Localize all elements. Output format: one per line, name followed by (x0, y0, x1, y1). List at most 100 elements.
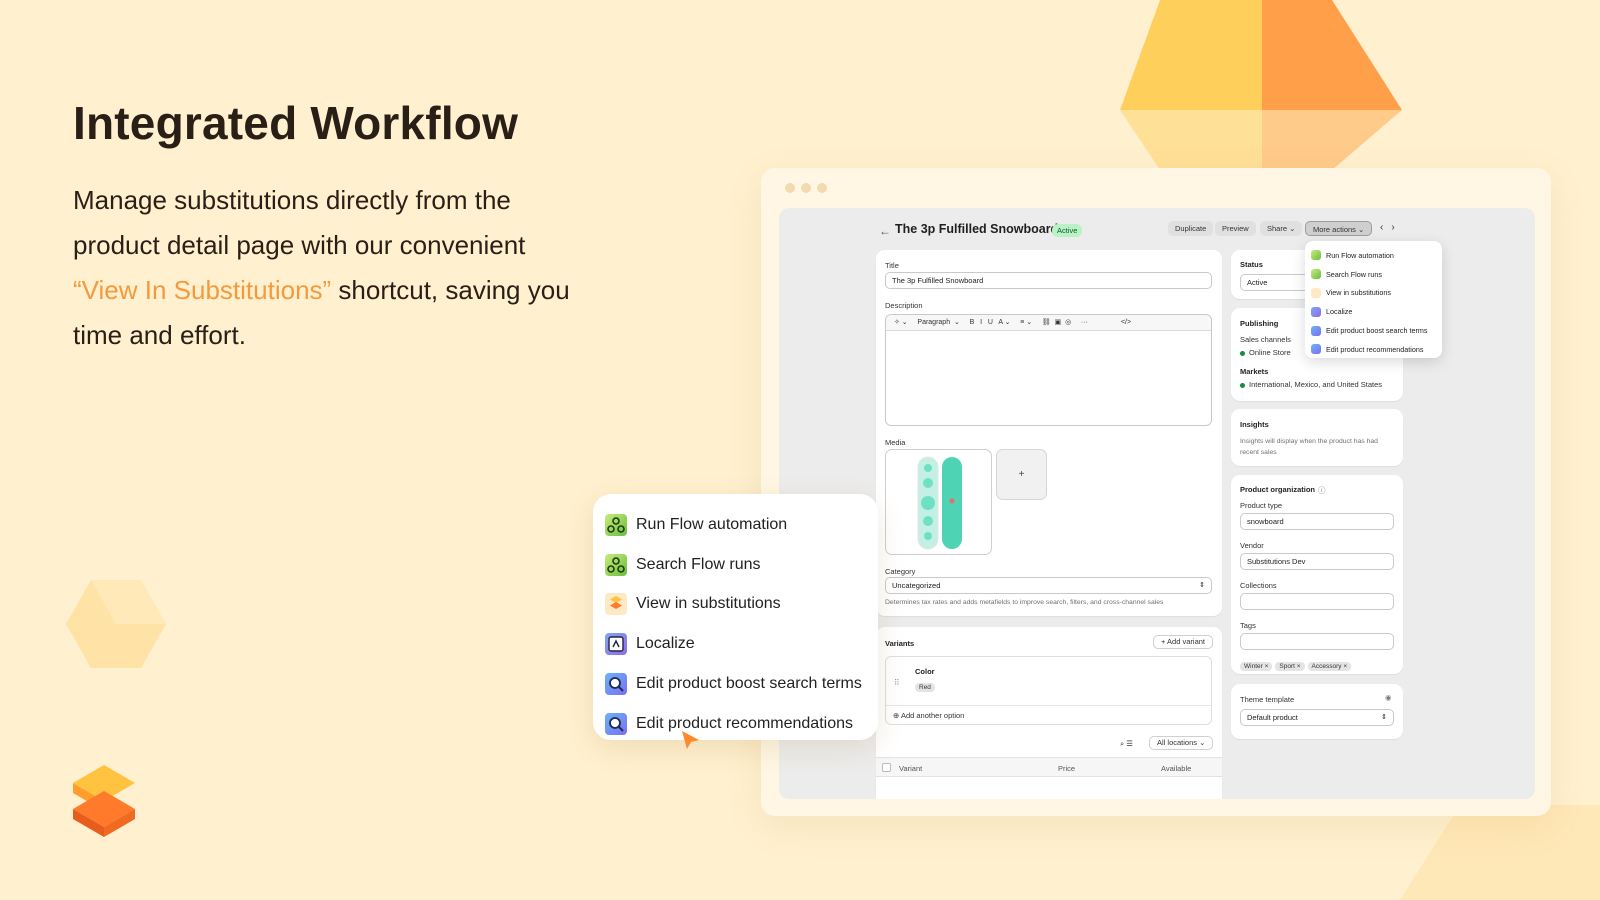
menu-item-label: Edit product boost search terms (636, 675, 862, 693)
status-badge: Active (1052, 224, 1083, 237)
page-title: The 3p Fulfilled Snowboard (895, 222, 1059, 236)
product-detail-page: ← The 3p Fulfilled Snowboard Active Dupl… (779, 208, 1535, 799)
insights-card: Insights Insights will display when the … (1231, 409, 1403, 466)
sales-channel-item: Online Store (1240, 348, 1291, 357)
tag-label: Winter (1244, 663, 1263, 670)
locations-select[interactable]: All locations ⌄ (1149, 736, 1214, 750)
flow-icon (1311, 269, 1321, 280)
menu-item-label: Localize (1326, 307, 1353, 317)
category-label: Category (885, 567, 916, 576)
collections-input[interactable] (1240, 593, 1394, 610)
variants-label: Variants (885, 639, 915, 648)
add-option-button[interactable]: ⊕ Add another option (893, 711, 964, 720)
variants-table-header: Variant Price Available (876, 757, 1222, 777)
info-icon[interactable]: ⓘ (1318, 485, 1326, 496)
category-help-text: Determines tax rates and adds metafields… (885, 599, 1164, 606)
menu-item-localize[interactable]: Localize (1311, 302, 1436, 321)
menu-item-boost-search[interactable]: Edit product boost search terms (605, 664, 866, 704)
channel-status-dot (1240, 350, 1245, 356)
product-image[interactable] (885, 449, 992, 555)
select-chevron-icon: ⇕ (1381, 714, 1387, 721)
lead-highlight: “View In Substitutions” (73, 275, 332, 305)
menu-item-view-substitutions[interactable]: View in substitutions (605, 585, 866, 625)
highlighted-actions-menu: Run Flow automation Search Flow runs Vie… (593, 494, 878, 740)
title-label: Title (885, 261, 899, 270)
menu-item-localize[interactable]: Localize (605, 624, 866, 664)
menu-item-label: Edit product recommendations (636, 714, 853, 732)
hexagon-decoration-large (1120, 0, 1402, 170)
substitutions-icon (1311, 287, 1321, 298)
search-boost-icon (605, 673, 627, 696)
eye-icon[interactable]: ◉ (1385, 693, 1392, 702)
substitutions-icon (605, 593, 627, 616)
menu-item-label: Edit product recommendations (1326, 344, 1424, 354)
vendor-label: Vendor (1240, 541, 1264, 550)
menu-item-view-substitutions[interactable]: View in substitutions (1311, 284, 1436, 303)
menu-item-recommendations[interactable]: Edit product recommendations (1311, 340, 1436, 359)
select-chevron-icon: ⇕ (1199, 582, 1205, 589)
menu-item-recommendations[interactable]: Edit product recommendations (605, 704, 866, 744)
media-label: Media (885, 438, 906, 447)
menu-item-label: View in substitutions (636, 595, 781, 613)
menu-item-label: Search Flow runs (1326, 269, 1382, 279)
window-dot (817, 183, 827, 193)
window-controls (785, 183, 827, 193)
menu-item-label: Search Flow runs (636, 555, 761, 573)
select-all-checkbox[interactable] (882, 763, 891, 772)
more-actions-dropdown: Run Flow automation Search Flow runs Vie… (1305, 241, 1442, 358)
theme-template-label: Theme template (1240, 695, 1295, 704)
tags-input[interactable] (1240, 633, 1394, 650)
sales-channel-name: Online Store (1249, 348, 1291, 357)
col-price: Price (1058, 764, 1076, 773)
title-input[interactable]: The 3p Fulfilled Snowboard (885, 272, 1212, 289)
editor-toolbar[interactable]: ✧ ⌄ Paragraph ⌄ B I U A ⌄ ≡ ⌄ ⛓ ▣ ◎ ··· … (886, 315, 1211, 331)
tag-pill[interactable]: Accessory × (1307, 662, 1352, 671)
add-media-button[interactable]: + (996, 449, 1047, 500)
snowboard-image (917, 456, 962, 550)
product-organization-card: Product organization ⓘ Product type snow… (1231, 475, 1403, 674)
menu-item-boost-search[interactable]: Edit product boost search terms (1311, 321, 1436, 340)
markets-item: International, Mexico, and United States (1240, 380, 1382, 389)
localize-icon (605, 633, 627, 656)
tags-label: Tags (1240, 621, 1256, 630)
preview-button[interactable]: Preview (1215, 221, 1256, 236)
localize-icon (1311, 306, 1321, 317)
window-dot (785, 183, 795, 193)
more-actions-button[interactable]: More actions ⌄ (1305, 221, 1373, 236)
duplicate-button[interactable]: Duplicate (1168, 221, 1214, 236)
product-type-input[interactable]: snowboard (1240, 513, 1394, 530)
tag-list: Winter × Sport × Accessory × (1240, 655, 1354, 673)
menu-item-label: Run Flow automation (636, 515, 788, 533)
option-name: Color (915, 667, 935, 676)
insights-label: Insights (1240, 420, 1269, 429)
menu-item-search-flow[interactable]: Search Flow runs (605, 545, 866, 585)
menu-item-label: Localize (636, 635, 695, 653)
collections-label: Collections (1240, 581, 1277, 590)
menu-item-run-flow[interactable]: Run Flow automation (605, 505, 866, 545)
tag-pill[interactable]: Sport × (1275, 662, 1305, 671)
vendor-input[interactable]: Substitutions Dev (1240, 553, 1394, 570)
description-editor[interactable]: ✧ ⌄ Paragraph ⌄ B I U A ⌄ ≡ ⌄ ⛓ ▣ ◎ ··· … (885, 314, 1212, 426)
category-select[interactable]: Uncategorized ⇕ (885, 577, 1212, 594)
lead-text-1: Manage substitutions directly from the p… (73, 185, 526, 260)
brand-logo (73, 765, 135, 837)
option-value-pill[interactable]: Red (915, 683, 935, 692)
back-arrow-icon[interactable]: ← (879, 224, 891, 238)
lead-paragraph: Manage substitutions directly from the p… (73, 178, 593, 358)
menu-item-search-flow[interactable]: Search Flow runs (1311, 265, 1436, 284)
flow-icon (1311, 250, 1321, 261)
menu-item-run-flow[interactable]: Run Flow automation (1311, 246, 1436, 265)
theme-template-card: Theme template ◉ Default product ⇕ (1231, 684, 1403, 739)
share-button[interactable]: Share ⌄ (1260, 221, 1303, 236)
search-filter-icon[interactable]: ⌕ ☰ (1120, 739, 1133, 749)
tag-label: Sport (1279, 663, 1295, 670)
status-label: Status (1240, 260, 1263, 269)
cursor-pointer-icon (682, 731, 699, 749)
search-boost-icon (1311, 325, 1321, 336)
add-variant-button[interactable]: + Add variant (1153, 635, 1213, 649)
theme-template-select[interactable]: Default product ⇕ (1240, 709, 1394, 726)
market-status-dot (1240, 382, 1245, 388)
drag-handle-icon[interactable]: ⠿ (894, 678, 900, 687)
record-nav-arrows[interactable]: ‹› (1380, 222, 1403, 233)
tag-pill[interactable]: Winter × (1240, 662, 1273, 671)
